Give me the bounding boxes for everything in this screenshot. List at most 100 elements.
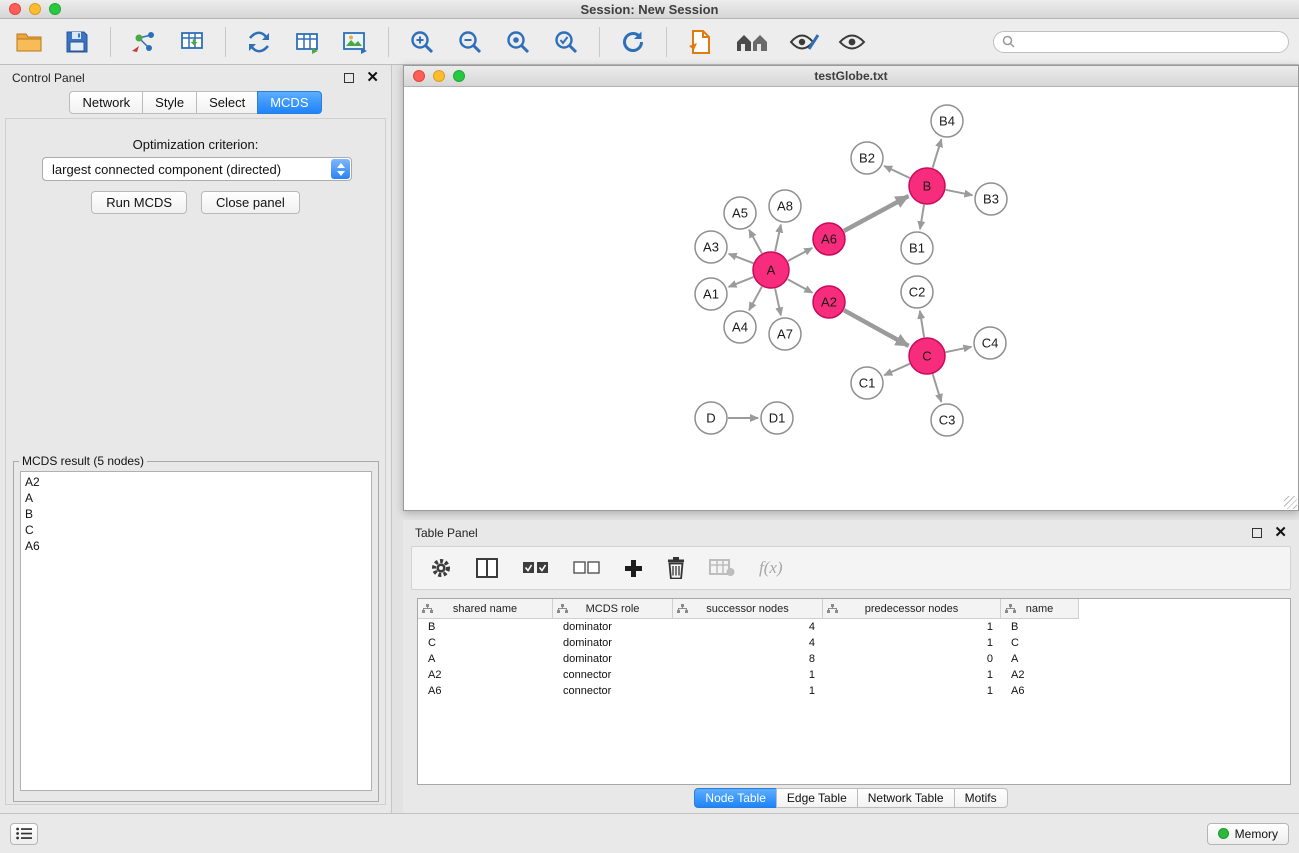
result-item[interactable]: A2 [25,474,371,490]
table-cell[interactable]: 1 [823,683,1001,699]
edge-B-B2[interactable] [884,166,910,178]
close-table-panel-icon[interactable]: ✕ [1274,528,1287,538]
node-A7[interactable]: A7 [769,318,801,350]
node-B2[interactable]: B2 [851,142,883,174]
table-cell[interactable]: A6 [418,683,553,699]
zoom-window-button[interactable] [49,3,61,15]
edge-B-B4[interactable] [933,139,942,168]
edge-C-C3[interactable] [933,374,942,402]
search-box[interactable] [993,31,1289,53]
table-settings-button[interactable] [430,557,452,579]
window-resize-handle[interactable] [1284,496,1297,509]
node-A5[interactable]: A5 [724,197,756,229]
show-columns-button[interactable] [476,558,498,578]
edge-A-A4[interactable] [749,287,762,311]
criterion-dropdown[interactable]: largest connected component (directed) [42,157,352,181]
table-cell[interactable]: 1 [823,667,1001,683]
tab-motifs[interactable]: Motifs [954,788,1008,808]
column-header-MCDS-role[interactable]: MCDS role [553,599,673,619]
result-item[interactable]: A6 [25,538,371,554]
tab-select[interactable]: Select [196,91,258,114]
tab-mcds[interactable]: MCDS [257,91,321,114]
node-B4[interactable]: B4 [931,105,963,137]
result-item[interactable]: C [25,522,371,538]
zoom-fit-button[interactable] [499,23,537,61]
zoom-out-button[interactable] [451,23,489,61]
table-cell[interactable]: C [1001,635,1079,651]
node-A2[interactable]: A2 [813,286,845,318]
edge-A6-B[interactable] [844,196,909,231]
column-header-name[interactable]: name [1001,599,1079,619]
column-header-shared-name[interactable]: shared name [418,599,553,619]
table-cell[interactable]: A [1001,651,1079,667]
network-view[interactable]: B4B2BB3A5A8A6A3B1AA1C2A2A4A7CC4C1C3DD1 [404,87,1298,510]
node-D1[interactable]: D1 [761,402,793,434]
close-panel-icon[interactable]: ✕ [366,73,379,83]
table-row[interactable]: Bdominator41B [418,619,1290,635]
edge-B-B3[interactable] [946,190,973,195]
save-session-button[interactable] [58,23,96,61]
table-cell[interactable]: dominator [553,635,673,651]
edge-B-B1[interactable] [920,205,924,229]
import-network-button[interactable] [125,23,163,61]
deselect-all-button[interactable] [573,561,600,575]
node-A6[interactable]: A6 [813,223,845,255]
node-C2[interactable]: C2 [901,276,933,308]
node-C4[interactable]: C4 [974,327,1006,359]
edge-A2-C[interactable] [844,310,909,346]
clone-network-button[interactable] [240,23,278,61]
open-document-button[interactable] [681,23,719,61]
tab-edge-table[interactable]: Edge Table [776,788,858,808]
zoom-network-window-button[interactable] [453,70,465,82]
close-panel-button[interactable]: Close panel [201,191,300,214]
result-item[interactable]: A [25,490,371,506]
tab-network[interactable]: Network [69,91,143,114]
tab-network-table[interactable]: Network Table [857,788,955,808]
node-A4[interactable]: A4 [724,311,756,343]
table-cell[interactable]: connector [553,683,673,699]
open-session-button[interactable] [10,23,48,61]
network-canvas[interactable]: B4B2BB3A5A8A6A3B1AA1C2A2A4A7CC4C1C3DD1 [404,87,1298,510]
zoom-selected-button[interactable] [547,23,585,61]
table-cell[interactable]: B [418,619,553,635]
edge-A-A2[interactable] [788,279,813,293]
table-cell[interactable]: A2 [418,667,553,683]
edge-A-A1[interactable] [729,277,754,287]
table-cell[interactable]: C [418,635,553,651]
run-mcds-button[interactable]: Run MCDS [91,191,187,214]
table-cell[interactable]: A2 [1001,667,1079,683]
edge-A-A7[interactable] [775,289,781,316]
table-cell[interactable]: 8 [673,651,823,667]
table-cell[interactable]: 4 [673,635,823,651]
node-B1[interactable]: B1 [901,232,933,264]
table-row[interactable]: Adominator80A [418,651,1290,667]
tab-style[interactable]: Style [142,91,197,114]
close-window-button[interactable] [9,3,21,15]
table-cell[interactable]: 1 [823,619,1001,635]
column-header-predecessor-nodes[interactable]: predecessor nodes [823,599,1001,619]
search-input[interactable] [1020,35,1280,49]
float-table-panel-icon[interactable] [1252,528,1262,538]
minimize-network-window-button[interactable] [433,70,445,82]
table-cell[interactable]: 1 [823,635,1001,651]
node-A[interactable]: A [753,252,789,288]
table-cell[interactable]: 0 [823,651,1001,667]
node-A1[interactable]: A1 [695,278,727,310]
edge-C-C1[interactable] [884,364,909,375]
float-panel-icon[interactable] [344,73,354,83]
minimize-window-button[interactable] [29,3,41,15]
show-details-button[interactable] [833,23,871,61]
edge-A-A3[interactable] [729,254,754,263]
memory-button[interactable]: Memory [1207,823,1289,845]
tab-node-table[interactable]: Node Table [694,788,777,808]
edge-A-A6[interactable] [788,248,812,261]
table-cell[interactable]: B [1001,619,1079,635]
node-A3[interactable]: A3 [695,231,727,263]
close-network-window-button[interactable] [413,70,425,82]
annotation-button[interactable] [785,23,823,61]
result-item[interactable]: B [25,506,371,522]
table-cell[interactable]: dominator [553,619,673,635]
home-button[interactable] [729,23,775,61]
table-cell[interactable]: dominator [553,651,673,667]
table-row[interactable]: Cdominator41C [418,635,1290,651]
